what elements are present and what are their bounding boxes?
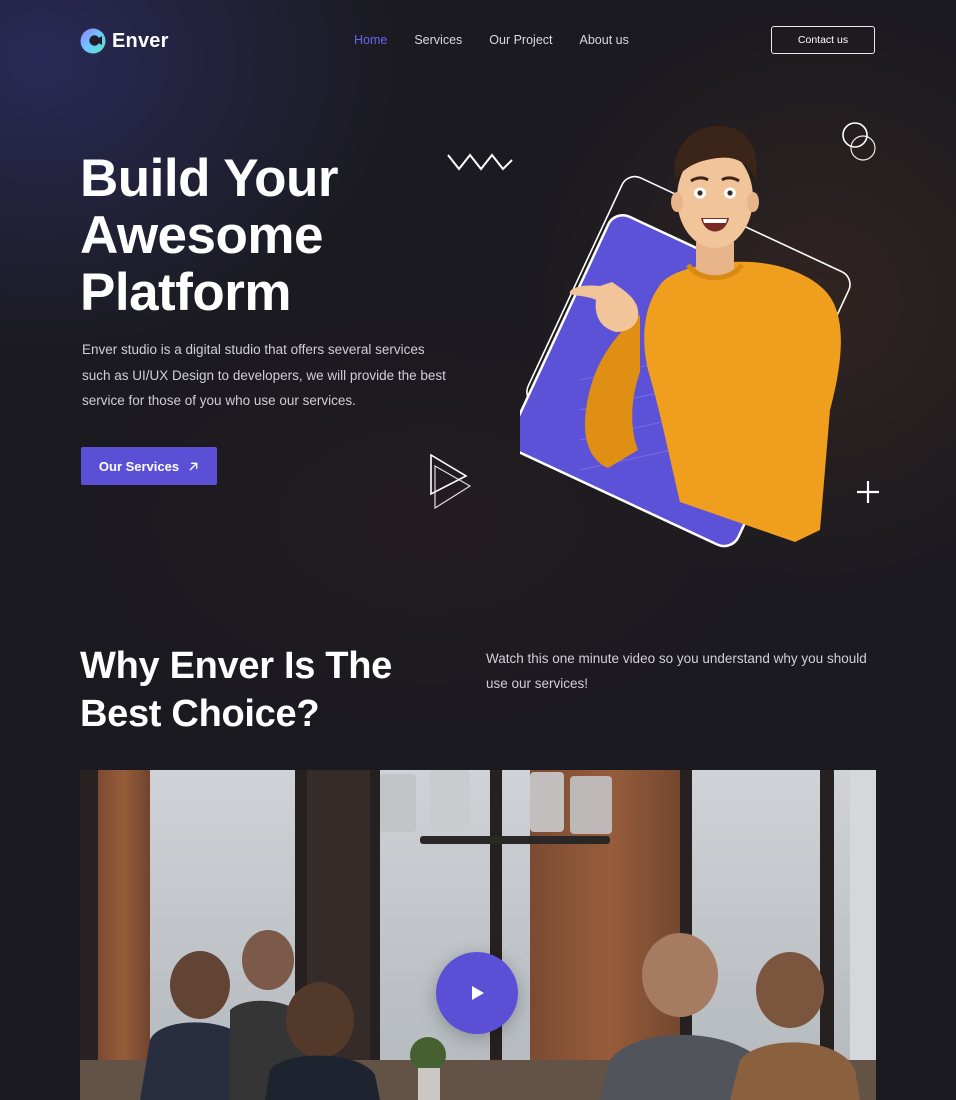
hero-title-line: Awesome bbox=[80, 206, 323, 265]
why-description: Watch this one minute video so you under… bbox=[486, 651, 867, 691]
why-title: Why Enver Is The Best Choice? bbox=[80, 642, 392, 738]
why-title-line: Why Enver Is The bbox=[80, 645, 392, 687]
our-services-button[interactable]: Our Services bbox=[81, 447, 217, 485]
hero-title-line: Build Your bbox=[80, 149, 339, 208]
hero-description: Enver studio is a digital studio that of… bbox=[82, 342, 446, 408]
office-photo bbox=[80, 770, 876, 1100]
nav-item-our-project[interactable]: Our Project bbox=[489, 33, 552, 47]
video-thumbnail[interactable] bbox=[80, 770, 876, 1100]
zigzag-decoration-icon bbox=[447, 153, 513, 171]
our-services-label: Our Services bbox=[98, 458, 180, 474]
brand-name: Enver bbox=[112, 29, 169, 52]
brand-logo[interactable]: Enver bbox=[80, 28, 169, 54]
play-triangles-decoration-icon bbox=[430, 453, 472, 510]
nav-item-services[interactable]: Services bbox=[414, 33, 462, 47]
hero-image bbox=[509, 110, 910, 560]
contact-us-button[interactable]: Contact us bbox=[771, 26, 875, 54]
why-title-line: Best Choice? bbox=[80, 693, 320, 735]
enver-logo-icon bbox=[80, 28, 106, 54]
play-icon bbox=[472, 986, 484, 1000]
nav-item-home[interactable]: Home bbox=[354, 33, 387, 47]
hero-illustration bbox=[509, 125, 851, 548]
arrow-up-right-icon bbox=[189, 462, 198, 470]
main-nav: Home Services Our Project About us bbox=[354, 33, 656, 47]
nav-item-about-us[interactable]: About us bbox=[580, 33, 629, 47]
hero-title-line: Platform bbox=[80, 263, 291, 322]
hero-title: Build Your Awesome Platform bbox=[80, 149, 339, 322]
play-video-button[interactable] bbox=[436, 952, 518, 1034]
